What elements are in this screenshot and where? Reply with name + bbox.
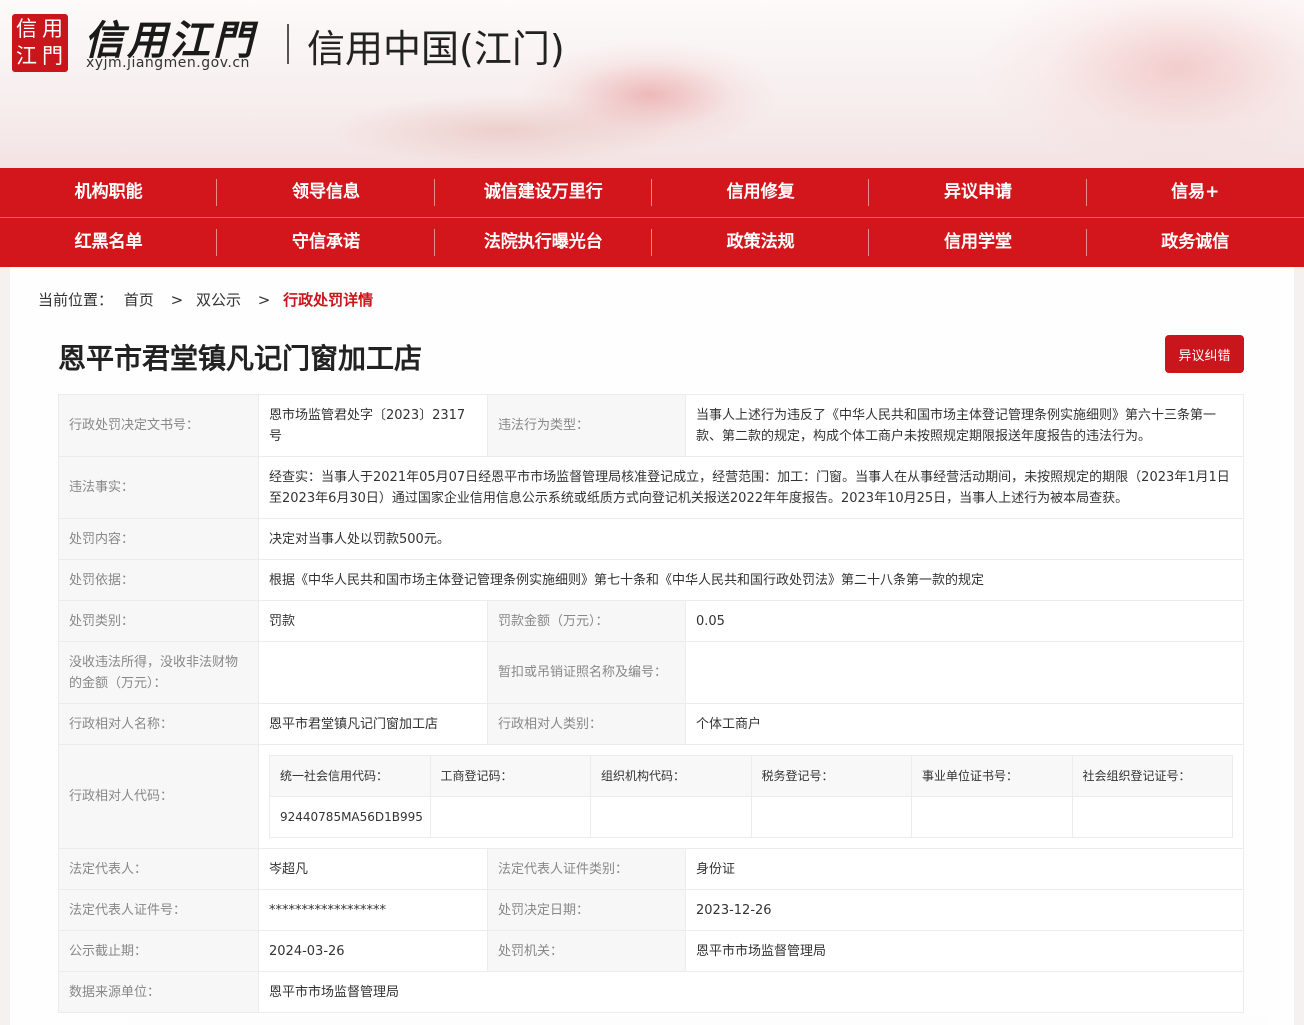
code-value-tax-reg bbox=[750, 796, 912, 838]
breadcrumb-label: 当前位置： bbox=[38, 291, 114, 309]
code-header-org-code: 组织机构代码： bbox=[590, 755, 752, 797]
nav-item-commitment[interactable]: 守信承诺 bbox=[217, 218, 435, 267]
id-no-label: 法定代表人证件号： bbox=[58, 889, 259, 931]
code-value-institution-cert bbox=[911, 796, 1073, 838]
seal-char: 信 bbox=[16, 17, 38, 41]
license-label: 暂扣或吊销证照名称及编号： bbox=[487, 641, 686, 704]
logo-url: xyjm.jiangmen.gov.cn bbox=[86, 55, 250, 71]
party-type-label: 行政相对人类别： bbox=[487, 703, 686, 745]
decision-date-label: 处罚决定日期： bbox=[487, 889, 686, 931]
breadcrumb-separator: > bbox=[170, 291, 184, 309]
nav-item-integrity-tour[interactable]: 诚信建设万里行 bbox=[435, 168, 653, 217]
party-type-value: 个体工商户 bbox=[685, 703, 1244, 745]
facts-label: 违法事实： bbox=[58, 456, 259, 519]
nav-item-court-exposure[interactable]: 法院执行曝光台 bbox=[435, 218, 653, 267]
doc-no-label: 行政处罚决定文书号： bbox=[58, 394, 259, 457]
basis-value: 根据《中华人民共和国市场主体登记管理条例实施细则》第七十条和《中华人民共和国行政… bbox=[258, 559, 1244, 601]
nav-item-red-black-list[interactable]: 红黑名单 bbox=[0, 218, 218, 267]
breadcrumb-separator: > bbox=[257, 291, 271, 309]
seal-char: 江 bbox=[16, 44, 38, 68]
source-value: 恩平市市场监督管理局 bbox=[258, 971, 1244, 1013]
code-value-business-reg bbox=[429, 796, 591, 838]
code-value-org-code bbox=[590, 796, 752, 838]
objection-button[interactable]: 异议纠错 bbox=[1165, 335, 1244, 373]
authority-value: 恩平市市场监督管理局 bbox=[685, 930, 1244, 972]
id-no-value: ****************** bbox=[258, 889, 488, 931]
code-value-uscc: 92440785MA56D1B995 bbox=[269, 796, 431, 838]
nav-row-2: 红黑名单 守信承诺 法院执行曝光台 政策法规 信用学堂 政务诚信 bbox=[0, 217, 1304, 267]
confiscation-label: 没收违法所得，没收非法财物的金额（万元）： bbox=[58, 641, 259, 704]
license-value bbox=[685, 641, 1244, 704]
party-name-value: 恩平市君堂镇凡记门窗加工店 bbox=[258, 703, 488, 745]
breadcrumb-home[interactable]: 首页 bbox=[124, 291, 154, 309]
party-code-table: 统一社会信用代码： 工商登记码： 组织机构代码： 税务登记号： 事业单位证书号：… bbox=[269, 755, 1233, 838]
facts-value: 经查实：当事人于2021年05月07日经恩平市市场监督管理局核准登记成立，经营范… bbox=[258, 456, 1244, 519]
category-label: 处罚类别： bbox=[58, 600, 259, 642]
main-content: 当前位置： 首页 > 双公示 > 行政处罚详情 恩平市君堂镇凡记门窗加工店 异议… bbox=[10, 267, 1294, 1025]
breadcrumb-current: 行政处罚详情 bbox=[283, 291, 374, 309]
detail-table: 行政处罚决定文书号： 恩市场监管君处字〔2023〕2317号 违法行为类型： 当… bbox=[58, 394, 1244, 1013]
confiscation-value bbox=[258, 641, 488, 704]
content-value: 决定对当事人处以罚款500元。 bbox=[258, 518, 1244, 560]
nav-item-leaders[interactable]: 领导信息 bbox=[217, 168, 435, 217]
content-label: 处罚内容： bbox=[58, 518, 259, 560]
nav-row-1: 机构职能 领导信息 诚信建设万里行 信用修复 异议申请 信易+ bbox=[0, 168, 1304, 217]
code-header-social-org: 社会组织登记证号： bbox=[1071, 755, 1233, 797]
fine-label: 罚款金额（万元）： bbox=[487, 600, 686, 642]
category-value: 罚款 bbox=[258, 600, 488, 642]
code-value-social-org bbox=[1071, 796, 1233, 838]
id-type-value: 身份证 bbox=[685, 848, 1244, 890]
breadcrumb: 当前位置： 首页 > 双公示 > 行政处罚详情 bbox=[38, 289, 379, 310]
nav-item-credit-repair[interactable]: 信用修复 bbox=[652, 168, 870, 217]
nav-item-policy[interactable]: 政策法规 bbox=[652, 218, 870, 267]
violation-type-value: 当事人上述行为违反了《中华人民共和国市场主体登记管理条例实施细则》第六十三条第一… bbox=[685, 394, 1244, 457]
nav-item-objection[interactable]: 异议申请 bbox=[869, 168, 1087, 217]
party-name-label: 行政相对人名称： bbox=[58, 703, 259, 745]
deadline-label: 公示截止期： bbox=[58, 930, 259, 972]
breadcrumb-section[interactable]: 双公示 bbox=[196, 291, 241, 309]
logo-divider bbox=[287, 24, 289, 64]
id-type-label: 法定代表人证件类别： bbox=[487, 848, 686, 890]
violation-type-label: 违法行为类型： bbox=[487, 394, 686, 457]
deadline-value: 2024-03-26 bbox=[258, 930, 488, 972]
site-header: 信 用 江 門 信用江門 xyjm.jiangmen.gov.cn 信用中国(江… bbox=[0, 0, 1304, 168]
logo-seal[interactable]: 信 用 江 門 bbox=[12, 14, 68, 72]
nav-item-gov-integrity[interactable]: 政务诚信 bbox=[1087, 218, 1304, 267]
code-header-business-reg: 工商登记码： bbox=[429, 755, 591, 797]
source-label: 数据来源单位： bbox=[58, 971, 259, 1013]
code-header-tax-reg: 税务登记号： bbox=[750, 755, 912, 797]
code-header-institution-cert: 事业单位证书号： bbox=[911, 755, 1073, 797]
decision-date-value: 2023-12-26 bbox=[685, 889, 1244, 931]
site-title: 信用中国(江门) bbox=[307, 27, 565, 71]
doc-no-value: 恩市场监管君处字〔2023〕2317号 bbox=[258, 394, 488, 457]
party-code-label: 行政相对人代码： bbox=[58, 744, 259, 849]
seal-char: 門 bbox=[42, 44, 64, 68]
party-code-cell: 统一社会信用代码： 工商登记码： 组织机构代码： 税务登记号： 事业单位证书号：… bbox=[258, 744, 1244, 849]
authority-label: 处罚机关： bbox=[487, 930, 686, 972]
code-header-uscc: 统一社会信用代码： bbox=[269, 755, 431, 797]
basis-label: 处罚依据： bbox=[58, 559, 259, 601]
page-title: 恩平市君堂镇凡记门窗加工店 bbox=[58, 342, 423, 375]
fine-value: 0.05 bbox=[685, 600, 1244, 642]
nav-item-xinyi-plus[interactable]: 信易+ bbox=[1087, 168, 1304, 217]
nav-item-functions[interactable]: 机构职能 bbox=[0, 168, 218, 217]
legal-rep-value: 岑超凡 bbox=[258, 848, 488, 890]
main-nav: 机构职能 领导信息 诚信建设万里行 信用修复 异议申请 信易+ 红黑名单 守信承… bbox=[0, 168, 1304, 267]
seal-char: 用 bbox=[42, 17, 64, 41]
legal-rep-label: 法定代表人： bbox=[58, 848, 259, 890]
nav-item-academy[interactable]: 信用学堂 bbox=[869, 218, 1087, 267]
